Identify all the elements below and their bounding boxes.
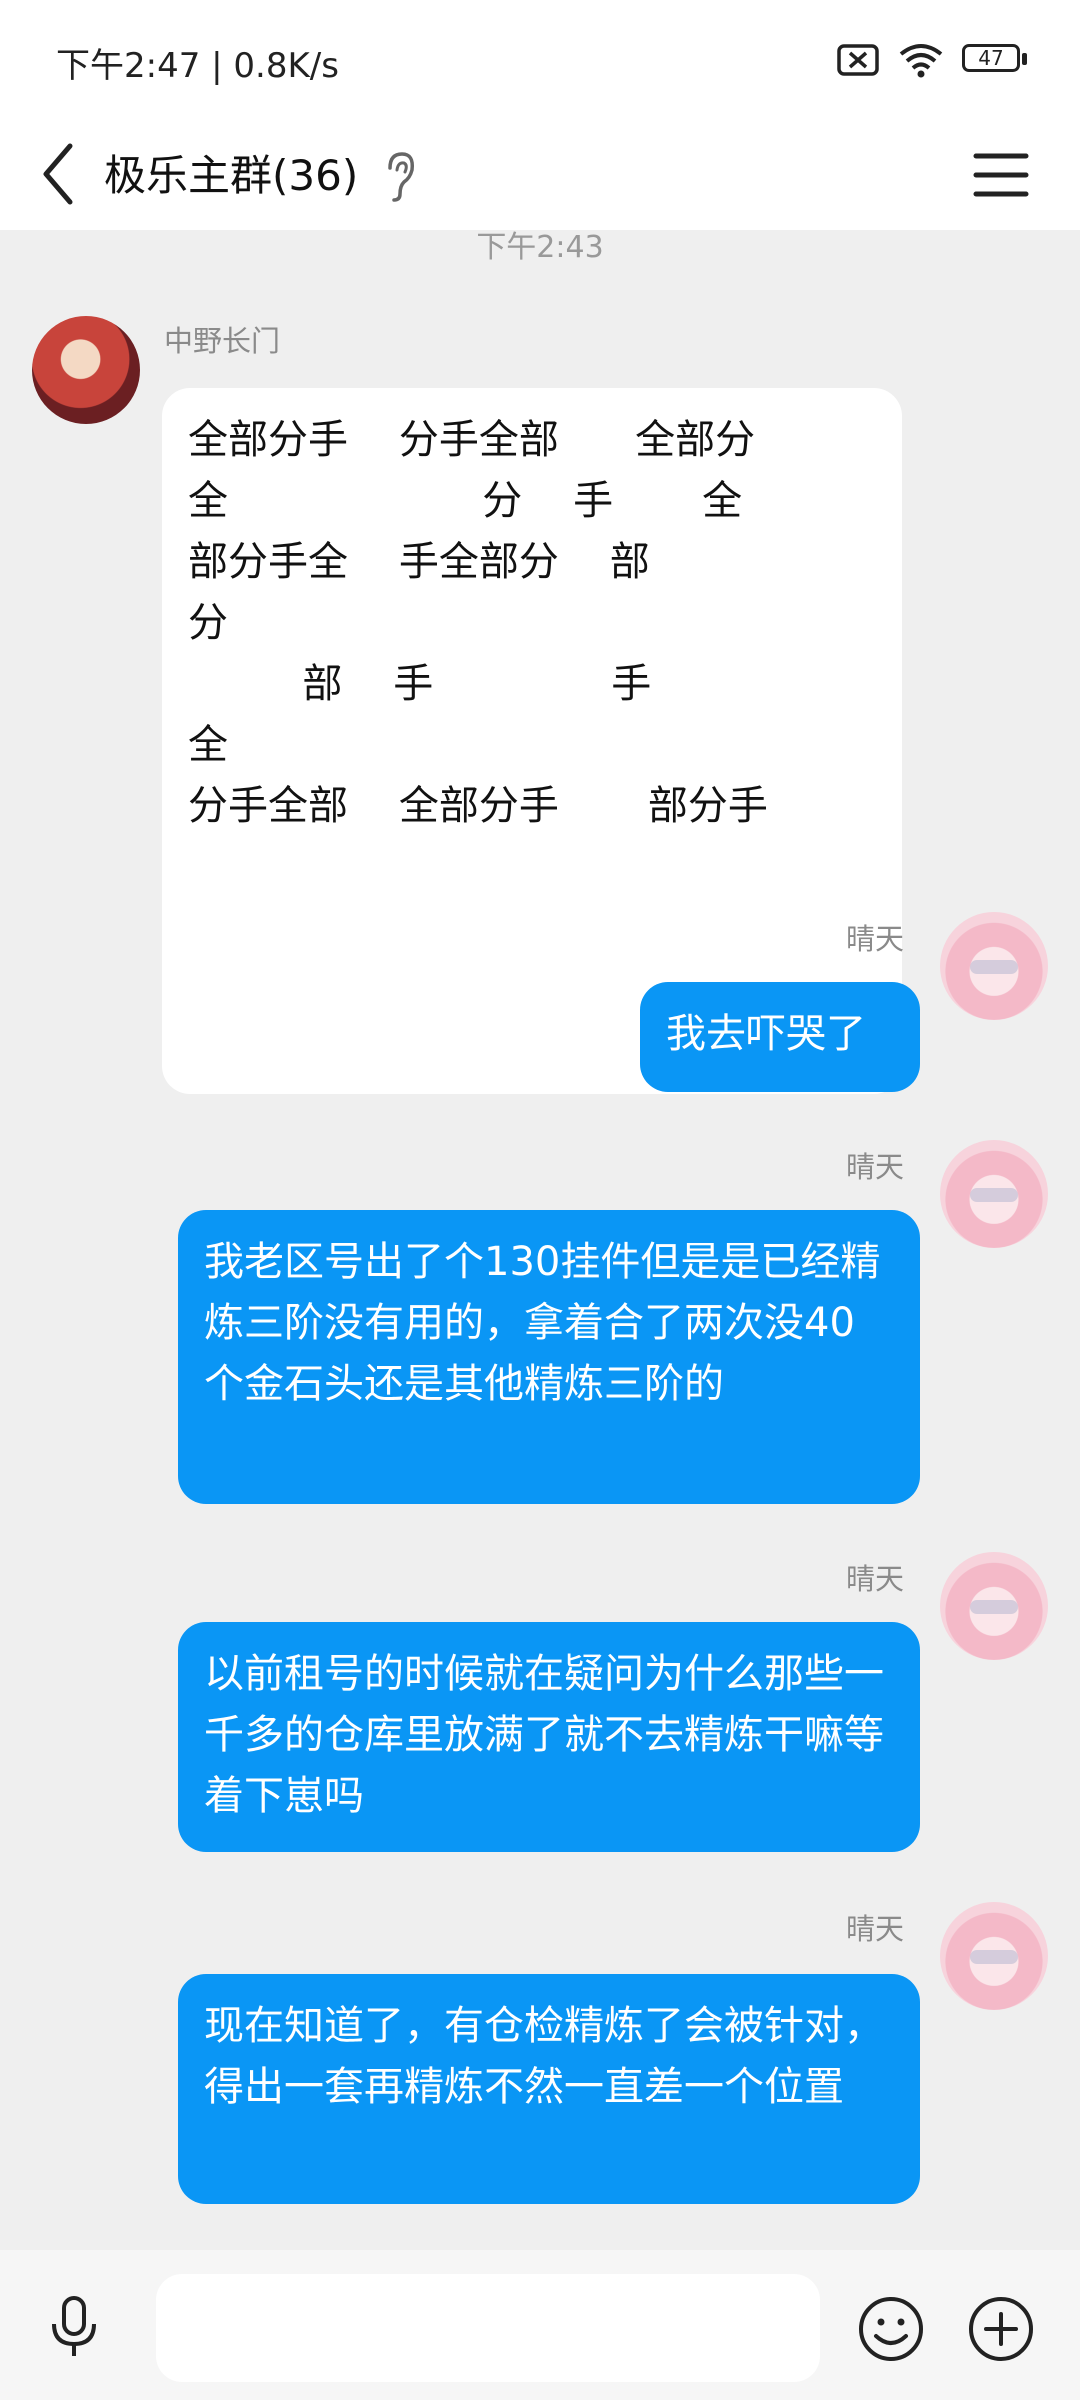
menu-icon[interactable] bbox=[972, 142, 1030, 208]
message-input[interactable] bbox=[156, 2274, 820, 2382]
input-bar bbox=[0, 2250, 1080, 2400]
wifi-icon bbox=[899, 44, 943, 78]
message-text-line: 分 bbox=[188, 600, 228, 646]
battery-level: 47 bbox=[978, 46, 1004, 70]
sender-name: 晴天 bbox=[846, 922, 905, 956]
message-text-line: 全 分 手 全 bbox=[188, 478, 743, 524]
message-text-line: 分手全部 全部分手 部分手 bbox=[188, 783, 768, 829]
message-timestamp: 下午2:43 bbox=[476, 230, 604, 265]
emoji-icon[interactable] bbox=[856, 2294, 926, 2364]
group-title: 极乐主群(36) bbox=[104, 151, 359, 200]
message-bubble[interactable]: 以前租号的时候就在疑问为什么那些一千多的仓库里放满了就不去精炼干嘛等着下崽吗 bbox=[178, 1622, 920, 1852]
message-bubble[interactable]: 我老区号出了个130挂件但是是已经精炼三阶没有用的，拿着合了两次没40个金石头还… bbox=[178, 1210, 920, 1504]
message-text: 现在知道了，有仓检精炼了会被针对，得出一套再精炼不然一直差一个位置 bbox=[204, 2003, 884, 2110]
message-text-line: 部分手全 手全部分 部 bbox=[188, 539, 650, 585]
message-text: 我老区号出了个130挂件但是是已经精炼三阶没有用的，拿着合了两次没40个金石头还… bbox=[204, 1239, 881, 1407]
avatar[interactable] bbox=[940, 1140, 1048, 1248]
sender-name: 晴天 bbox=[846, 1912, 905, 1946]
mic-icon[interactable] bbox=[44, 2292, 104, 2362]
sender-name: 中野长门 bbox=[164, 324, 281, 358]
chat-area[interactable]: 下午2:43 中野长门 全部分手 分手全部 全部分 全 分 手 全 部分手全 手… bbox=[0, 230, 1080, 2250]
back-icon[interactable] bbox=[34, 134, 82, 214]
plus-icon[interactable] bbox=[966, 2294, 1036, 2364]
message-text-line: 部 手 手 bbox=[188, 661, 652, 707]
sender-name: 晴天 bbox=[846, 1562, 905, 1596]
sim-off-icon bbox=[837, 44, 879, 76]
message-text-line: 全部分手 分手全部 全部分 bbox=[188, 417, 756, 463]
status-icons: 47 bbox=[836, 40, 1028, 80]
ear-icon bbox=[388, 152, 415, 202]
status-bar: 下午2:47 | 0.8K/s 47 bbox=[0, 0, 1080, 120]
message-bubble[interactable]: 我去吓哭了 bbox=[640, 982, 920, 1092]
avatar[interactable] bbox=[32, 316, 140, 424]
chat-header: 极乐主群(36) bbox=[0, 120, 1080, 230]
sender-name: 晴天 bbox=[846, 1150, 905, 1184]
status-time: 下午2:47 | 0.8K/s bbox=[56, 46, 339, 86]
message-text: 我去吓哭了 bbox=[666, 1011, 866, 1057]
message-text-line: 全 bbox=[188, 722, 228, 768]
avatar[interactable] bbox=[940, 912, 1048, 1020]
message-bubble[interactable]: 现在知道了，有仓检精炼了会被针对，得出一套再精炼不然一直差一个位置 bbox=[178, 1974, 920, 2204]
avatar[interactable] bbox=[940, 1902, 1048, 2010]
battery-icon: 47 bbox=[962, 44, 1028, 76]
message-text: 以前租号的时候就在疑问为什么那些一千多的仓库里放满了就不去精炼干嘛等着下崽吗 bbox=[204, 1651, 884, 1819]
avatar[interactable] bbox=[940, 1552, 1048, 1660]
